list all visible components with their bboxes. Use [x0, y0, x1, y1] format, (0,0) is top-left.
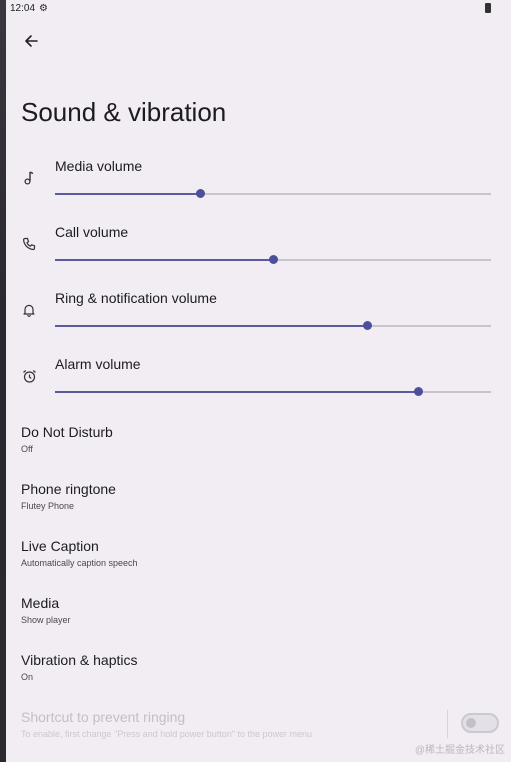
shortcut-subtitle: To enable, first change "Press and hold …: [21, 729, 313, 739]
shortcut-prevent-ringing-item: Shortcut to prevent ringing To enable, f…: [21, 709, 312, 739]
alarm-volume-label: Alarm volume: [55, 356, 141, 372]
live-caption-item[interactable]: Live Caption Automatically caption speec…: [21, 538, 138, 568]
live-caption-title: Live Caption: [21, 538, 99, 554]
status-time: 12:04: [10, 3, 36, 14]
do-not-disturb-subtitle: Off: [21, 444, 33, 454]
call-volume-row: Call volume: [6, 224, 511, 284]
status-bar: 12:04 ⚙: [6, 0, 511, 17]
phone-icon: [20, 235, 38, 253]
gear-icon: ⚙: [39, 3, 48, 14]
media-volume-row: Media volume: [6, 158, 511, 218]
shortcut-title: Shortcut to prevent ringing: [21, 709, 186, 725]
phone-ringtone-title: Phone ringtone: [21, 481, 116, 497]
media-volume-label: Media volume: [55, 158, 143, 174]
arrow-back-icon[interactable]: [20, 30, 42, 52]
vibration-haptics-item[interactable]: Vibration & haptics On: [21, 652, 137, 682]
watermark: @稀土掘金技术社区: [414, 745, 505, 756]
media-volume-fill: [55, 193, 201, 195]
do-not-disturb-item[interactable]: Do Not Disturb Off: [21, 424, 113, 454]
ring-volume-fill: [55, 325, 367, 327]
toggle-divider: [447, 710, 448, 738]
call-volume-label: Call volume: [55, 224, 129, 240]
ring-volume-slider[interactable]: [55, 321, 491, 330]
shortcut-toggle[interactable]: [461, 713, 499, 733]
battery-icon: [485, 3, 491, 13]
alarm-icon: [20, 367, 38, 385]
media-volume-thumb[interactable]: [196, 189, 206, 198]
ring-volume-label: Ring & notification volume: [55, 290, 217, 306]
toggle-knob: [466, 718, 476, 728]
music-note-icon: [20, 169, 38, 187]
alarm-volume-slider[interactable]: [55, 387, 491, 396]
vibration-haptics-title: Vibration & haptics: [21, 652, 138, 668]
media-subtitle: Show player: [21, 615, 71, 625]
media-title: Media: [21, 595, 60, 611]
alarm-volume-row: Alarm volume: [6, 356, 511, 416]
phone-ringtone-item[interactable]: Phone ringtone Flutey Phone: [21, 481, 116, 511]
live-caption-subtitle: Automatically caption speech: [21, 558, 138, 568]
phone-ringtone-subtitle: Flutey Phone: [21, 501, 75, 511]
settings-screen: 12:04 ⚙ Sound & vibration Media volume C…: [6, 0, 511, 762]
alarm-volume-fill: [55, 391, 419, 393]
do-not-disturb-title: Do Not Disturb: [21, 424, 113, 440]
call-volume-slider[interactable]: [55, 255, 491, 264]
vibration-haptics-subtitle: On: [21, 672, 34, 682]
ring-volume-row: Ring & notification volume: [6, 290, 511, 350]
bell-icon: [20, 301, 38, 319]
alarm-volume-thumb[interactable]: [414, 387, 424, 396]
ring-volume-thumb[interactable]: [362, 321, 372, 330]
call-volume-fill: [55, 259, 273, 261]
media-item[interactable]: Media Show player: [21, 595, 71, 625]
call-volume-thumb[interactable]: [269, 255, 278, 264]
media-volume-slider[interactable]: [55, 189, 491, 198]
page-title: Sound & vibration: [21, 97, 227, 127]
